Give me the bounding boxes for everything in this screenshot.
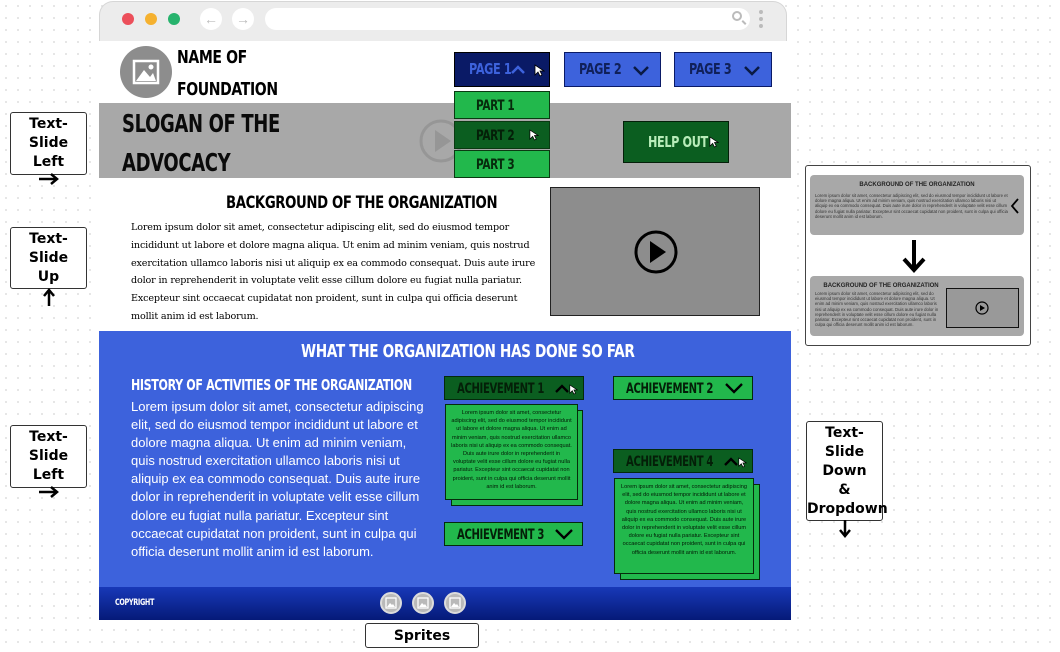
arrow-right-icon	[38, 486, 59, 498]
preview-title: BACKGROUND OF THE ORGANIZATION	[859, 182, 975, 188]
achievement-4-toggle[interactable]: ACHIEVEMENT 4	[613, 449, 753, 473]
arrow-down-icon	[902, 240, 926, 273]
dropdown-part-2[interactable]: PART 2	[454, 121, 550, 149]
copyright-text: COPYRIGHT	[115, 598, 155, 608]
chevron-down-icon	[633, 66, 649, 76]
chevron-up-icon	[724, 457, 738, 466]
sprite-image-icon[interactable]	[412, 592, 434, 614]
preview-text: Lorem ipsum dolor sit amet, consectetur …	[815, 291, 939, 328]
preview-text: Lorem ipsum dolor sit amet, consectetur …	[815, 193, 1008, 219]
preview-panel-before: BACKGROUND OF THE ORGANIZATION Lorem ips…	[810, 175, 1024, 235]
chevron-down-icon	[744, 66, 760, 76]
cursor-icon	[709, 136, 719, 148]
annotation-text-slide-down-dropdown: Text-Slide Down & Dropdown	[806, 421, 888, 538]
chevron-down-icon	[725, 383, 743, 394]
activities-subtitle: HISTORY OF ACTIVITIES OF THE ORGANIZATIO…	[131, 376, 412, 394]
slogan: SLOGAN OF THE ADVOCACY	[122, 109, 280, 177]
achievement-1-content: Lorem ipsum dolor sit amet, consectetur …	[445, 404, 578, 500]
search-icon	[732, 11, 742, 21]
nav-page-3[interactable]: PAGE 3	[674, 52, 772, 87]
maximize-window-dot[interactable]	[168, 13, 180, 25]
animation-preview: BACKGROUND OF THE ORGANIZATION Lorem ips…	[805, 165, 1031, 346]
annotation-text-slide-left-2: Text-Slide Left	[10, 425, 87, 498]
annotation-sprites: Sprites	[365, 623, 479, 648]
chevron-left-icon	[1010, 198, 1019, 214]
cursor-icon	[529, 129, 539, 141]
annotation-text-slide-up: Text-Slide Up	[10, 227, 87, 306]
browser-menu-icon[interactable]	[759, 10, 763, 30]
chevron-up-icon	[555, 384, 569, 393]
play-icon[interactable]	[633, 229, 679, 275]
arrow-down-icon	[838, 520, 851, 538]
activities-title: WHAT THE ORGANIZATION HAS DONE SO FAR	[301, 341, 635, 362]
achievement-4-content: Lorem ipsum dolor sit amet, consectetur …	[614, 478, 754, 574]
back-arrow-icon[interactable]: ←	[200, 8, 222, 30]
video-player[interactable]	[550, 187, 760, 316]
logo-image-icon	[120, 46, 172, 98]
nav-page-1[interactable]: PAGE 1	[454, 52, 550, 87]
preview-panel-after: BACKGROUND OF THE ORGANIZATION Lorem ips…	[810, 276, 1024, 336]
activities-paragraph: Lorem ipsum dolor sit amet, consectetur …	[131, 399, 424, 559]
chevron-up-icon	[511, 65, 525, 74]
achievement-3-toggle[interactable]: ACHIEVEMENT 3	[444, 522, 583, 546]
achievement-1-toggle[interactable]: ACHIEVEMENT 1	[444, 376, 584, 400]
cursor-icon	[534, 64, 545, 77]
dropdown-part-1[interactable]: PART 1	[454, 91, 550, 119]
arrow-up-icon	[42, 288, 55, 306]
background-paragraph: Lorem ipsum dolor sit amet, consectetur …	[131, 222, 536, 322]
address-bar[interactable]	[265, 8, 750, 30]
cursor-icon	[738, 457, 747, 468]
help-out-button[interactable]: HELP OUT	[623, 121, 729, 163]
minimize-window-dot[interactable]	[145, 13, 157, 25]
dropdown-part-3[interactable]: PART 3	[454, 150, 550, 178]
close-window-dot[interactable]	[122, 13, 134, 25]
nav-page-2[interactable]: PAGE 2	[564, 52, 661, 87]
annotation-text-slide-left-1: Text-Slide Left	[10, 112, 87, 185]
chevron-down-icon	[555, 529, 573, 540]
foundation-name: NAME OF FOUNDATION	[177, 47, 278, 100]
play-icon	[975, 301, 989, 315]
arrow-right-icon	[38, 173, 59, 185]
sprite-image-icon[interactable]	[380, 592, 402, 614]
preview-title: BACKGROUND OF THE ORGANIZATION	[823, 283, 939, 289]
achievement-2-toggle[interactable]: ACHIEVEMENT 2	[613, 376, 753, 400]
cursor-icon	[569, 384, 578, 395]
background-title: BACKGROUND OF THE ORGANIZATION	[226, 193, 498, 213]
sprite-image-icon[interactable]	[444, 592, 466, 614]
forward-arrow-icon[interactable]: →	[232, 8, 254, 30]
preview-video	[946, 288, 1019, 328]
